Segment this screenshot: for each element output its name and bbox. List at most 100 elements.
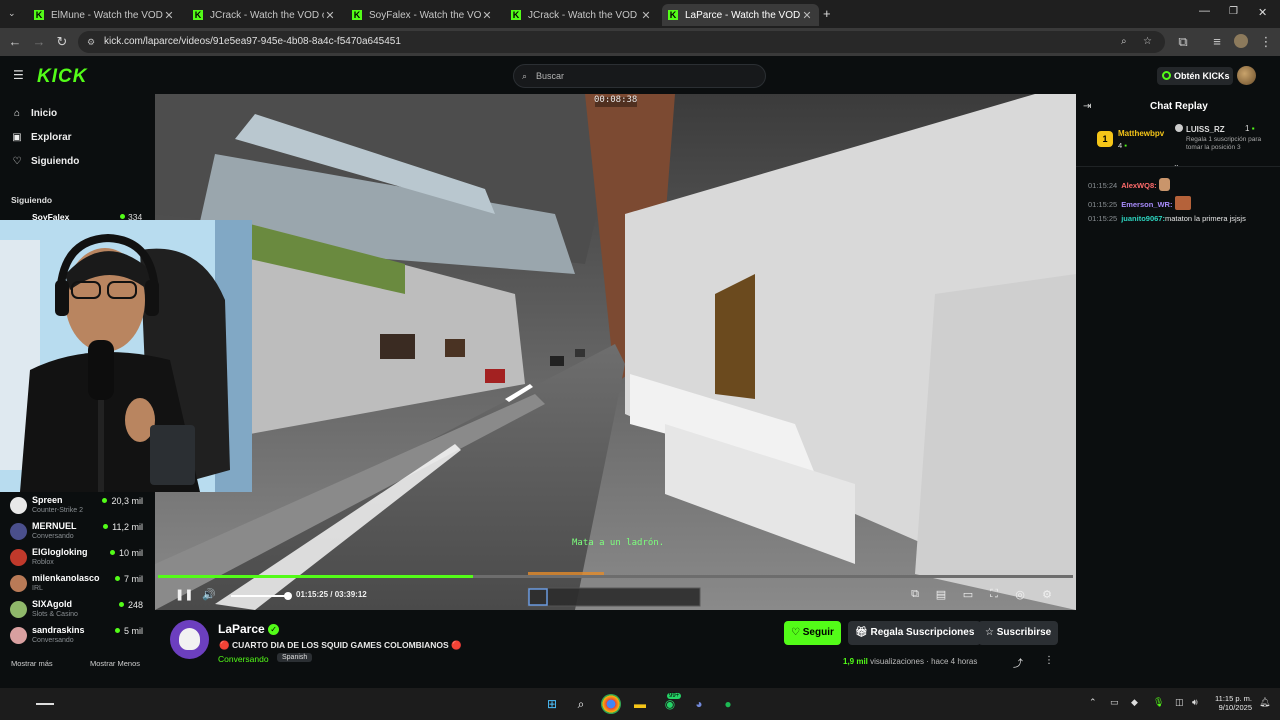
streamer-avatar[interactable]: [170, 620, 209, 659]
browser-tab[interactable]: K SoyFalex - Watch the VOD on K ✕: [346, 4, 499, 26]
sidebar-channel-sandraskins[interactable]: sandraskins Conversando 5 mil: [10, 624, 145, 648]
browser-tab[interactable]: K ElMune - Watch the VOD on Ki ✕: [28, 4, 181, 26]
browser-address-bar: ← → ↻ ⚙ kick.com/laparce/videos/91e5ea97…: [0, 28, 1280, 56]
sidebar-channel-mernuel[interactable]: MERNUEL Conversando 11,2 mil: [10, 520, 145, 544]
clock-date: 9/10/2025: [1218, 703, 1252, 712]
forward-icon[interactable]: →: [32, 35, 46, 49]
kick-logo[interactable]: KICK: [37, 66, 87, 88]
media-icon[interactable]: ≡: [1210, 35, 1224, 49]
site-info-icon[interactable]: ⚙: [87, 31, 95, 53]
chat-username[interactable]: juanito9067:: [1121, 214, 1165, 223]
close-window-icon[interactable]: ✕: [1258, 6, 1267, 19]
show-more-link[interactable]: Mostrar más: [11, 659, 53, 668]
sidebar-item-following[interactable]: ♡ Siguiendo: [11, 156, 80, 167]
search-input[interactable]: ⌕ Buscar: [513, 64, 766, 88]
profile-avatar[interactable]: [1234, 34, 1248, 48]
theater-mode-icon[interactable]: ▭: [961, 588, 975, 601]
volume-slider[interactable]: [231, 592, 292, 600]
discord-icon[interactable]: ◕: [689, 694, 709, 714]
follow-button[interactable]: ♡ Seguir: [784, 621, 841, 645]
subscribe-button[interactable]: ☆ Suscribirse: [978, 621, 1059, 645]
windows-start-icon[interactable]: ⊞: [542, 694, 562, 714]
spotify-icon[interactable]: ●: [718, 694, 738, 714]
browser-tab[interactable]: K JCrack - Watch the VOD on Kic ✕: [187, 4, 342, 26]
browser-tab-active[interactable]: K LaParce - Watch the VOD on Ki ✕: [662, 4, 819, 26]
channel-category: Conversando: [32, 637, 74, 644]
chat-timestamp: 01:15:25: [1088, 214, 1118, 223]
battery-icon[interactable]: ▭: [1110, 697, 1119, 708]
chat-username[interactable]: Emerson_WR:: [1121, 200, 1172, 209]
tray-chevron-icon[interactable]: ⌃: [1089, 697, 1097, 708]
progress-track[interactable]: [158, 575, 1073, 578]
show-less-link[interactable]: Mostrar Menos: [90, 659, 140, 668]
sidebar-channel-sixagold[interactable]: SIXAgold Slots & Casino 248: [10, 598, 145, 622]
sidebar-channel-elglogloking[interactable]: ElGlogloking Roblox 10 mil: [10, 546, 145, 570]
expand-leaderboard-icon[interactable]: ⌄: [1173, 160, 1180, 169]
collapse-chat-icon[interactable]: ⇥: [1083, 101, 1091, 112]
miniplayer-icon[interactable]: ⧉: [908, 588, 922, 601]
close-icon[interactable]: ✕: [801, 9, 813, 22]
volume-icon[interactable]: 🔊︎: [1192, 697, 1198, 708]
sidebar-item-explore[interactable]: ▣ Explorar: [11, 132, 71, 143]
stream-category[interactable]: Conversando: [218, 654, 269, 664]
close-icon[interactable]: ✕: [640, 9, 652, 22]
get-kicks-button[interactable]: Obtén KICKs: [1157, 67, 1233, 85]
chat-username[interactable]: AlexWQ8:: [1121, 181, 1156, 190]
extensions-icon[interactable]: ⧉: [1176, 35, 1190, 49]
share-icon[interactable]: ⤴: [1013, 655, 1023, 670]
url-text: kick.com/laparce/videos/91e5ea97-945e-4b…: [104, 36, 401, 47]
zoom-icon[interactable]: ⌕: [1121, 31, 1127, 53]
new-tab-icon[interactable]: +: [823, 6, 831, 21]
language-tag[interactable]: Spanish: [277, 653, 313, 662]
url-field[interactable]: ⚙ kick.com/laparce/videos/91e5ea97-945e-…: [78, 31, 1165, 53]
tab-search-icon[interactable]: ⌄: [8, 8, 16, 19]
close-icon[interactable]: ✕: [324, 9, 336, 22]
chat-panel: ⇥ Chat Replay 1 Matthewbpv 4 ▪ LUISS_RZ …: [1076, 94, 1280, 688]
sidebar-channel-spreen[interactable]: Spreen Counter-Strike 2 20,3 mil: [10, 494, 145, 518]
browser-tab[interactable]: K JCrack - Watch the VOD on Kic ✕: [505, 4, 658, 26]
fullscreen-icon[interactable]: ⛶: [987, 588, 1001, 601]
more-options-icon[interactable]: ⋮: [1044, 655, 1054, 666]
streamer-name[interactable]: LaParce ✓: [218, 622, 280, 636]
settings-gear-icon[interactable]: ⚙: [1040, 588, 1054, 601]
video-player[interactable]: 00:08:38 Mata a un ladrón.: [155, 94, 1076, 610]
speed-icon[interactable]: ◎: [1013, 588, 1027, 601]
channel-name: milenkanolasco: [32, 573, 100, 583]
sidebar-item-home[interactable]: ⌂ Inicio: [11, 108, 57, 119]
clock[interactable]: 11:15 p. m. 9/10/2025: [1210, 694, 1252, 712]
gift-subs-button[interactable]: 🎁︎ Regala Suscripciones: [848, 621, 982, 645]
stream-info: LaParce ✓ 🔴 CUARTO DIA DE LOS SQUID GAME…: [155, 610, 1076, 688]
clip-icon[interactable]: ▤: [934, 588, 948, 601]
close-icon[interactable]: ✕: [163, 9, 175, 22]
search-icon[interactable]: ⌕: [571, 694, 591, 714]
chat-message: 01:15:25 juanito9067:mataton la primera j…: [1088, 214, 1246, 223]
pause-icon[interactable]: ❚❚: [175, 588, 193, 601]
minimize-icon[interactable]: —: [1199, 5, 1210, 17]
chrome-icon[interactable]: [601, 694, 621, 714]
close-icon[interactable]: ✕: [481, 9, 493, 22]
maximize-icon[interactable]: ❐: [1229, 6, 1238, 17]
channel-category: Roblox: [32, 559, 54, 566]
sidebar-channel-milenkanolasco[interactable]: milenkanolasco IRL 7 mil: [10, 572, 145, 596]
emote-icon: [1158, 178, 1170, 191]
tab-title: SoyFalex - Watch the VOD on K: [369, 9, 481, 21]
file-explorer-icon[interactable]: ▬: [630, 694, 650, 714]
leader-name[interactable]: Matthewbpv: [1118, 129, 1164, 138]
hamburger-menu-icon[interactable]: ☰: [13, 68, 24, 82]
notification-bell-icon[interactable]: 🔔︎: [1259, 697, 1270, 708]
leader-note: Regala 1 suscripción para tomar la posic…: [1186, 136, 1262, 151]
tray-app-icon[interactable]: ◆: [1131, 697, 1138, 708]
back-icon[interactable]: ←: [8, 35, 22, 49]
menu-icon[interactable]: ⋮: [1259, 35, 1273, 49]
mic-icon[interactable]: 🎙︎: [1153, 697, 1164, 708]
reload-icon[interactable]: ↻: [55, 35, 69, 49]
volume-slider-thumb[interactable]: [284, 592, 292, 600]
avatar: [10, 627, 27, 644]
leader-name[interactable]: LUISS_RZ: [1175, 124, 1225, 134]
bookmark-star-icon[interactable]: ☆: [1143, 31, 1152, 53]
volume-icon[interactable]: 🔊: [202, 588, 216, 601]
network-icon[interactable]: ◫: [1175, 697, 1184, 708]
leader-count: 4 ▪: [1118, 141, 1127, 150]
user-avatar[interactable]: [1237, 66, 1256, 85]
game-subtitle: Mata a un ladrón.: [572, 538, 665, 548]
